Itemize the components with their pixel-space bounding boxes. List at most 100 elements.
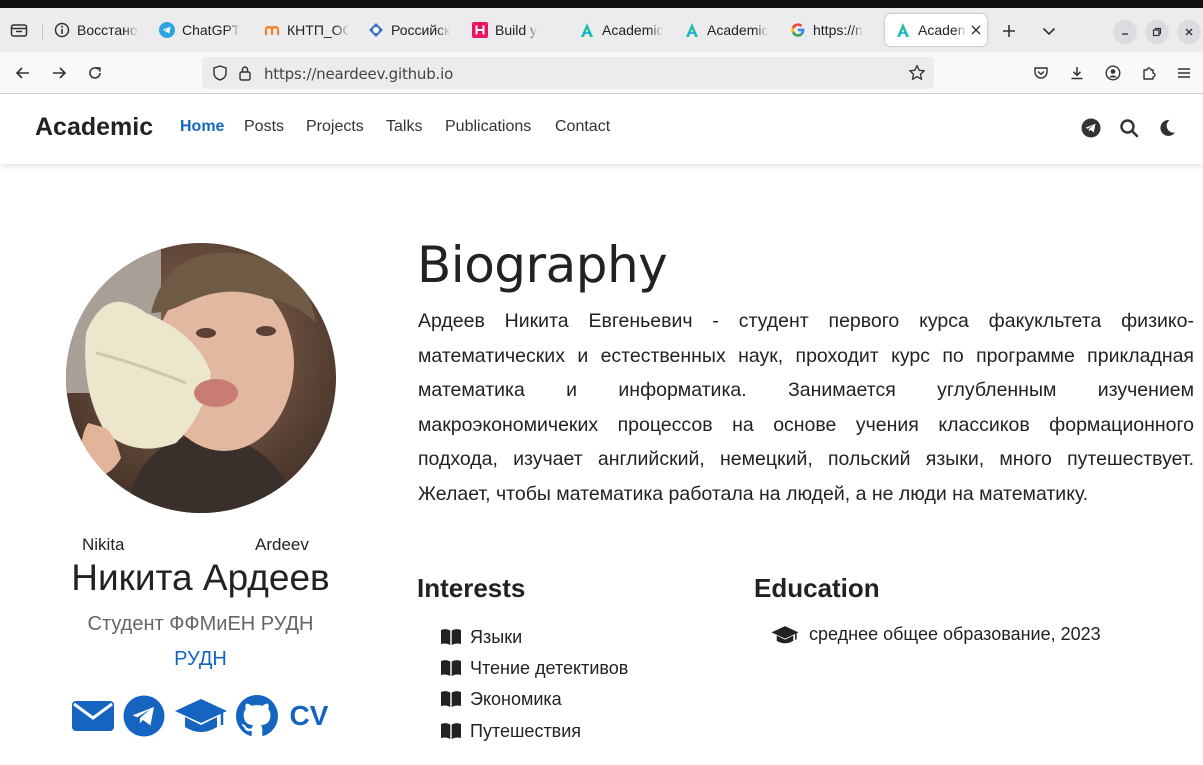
avatar-caption-first: Nikita bbox=[82, 535, 125, 554]
tab-google[interactable]: https://n bbox=[780, 14, 875, 46]
close-window-button[interactable] bbox=[1177, 20, 1201, 44]
bookmark-star-icon[interactable] bbox=[908, 64, 926, 82]
cv-link[interactable]: CV bbox=[286, 695, 332, 737]
minimize-icon bbox=[1122, 33, 1128, 35]
tab-academic-2[interactable]: Academic bbox=[674, 14, 778, 46]
tab-academic-active[interactable]: Academic bbox=[885, 14, 987, 46]
interest-label: Языки bbox=[470, 626, 523, 647]
url-text[interactable]: https://neardeev.github.io bbox=[264, 65, 453, 83]
restore-button[interactable] bbox=[1145, 20, 1169, 44]
tab-title: ChatGPT bbox=[182, 22, 241, 38]
biography-text: Ардеев Никита Евгеньевич - студент перво… bbox=[418, 310, 1194, 505]
cv-icon: CV bbox=[289, 700, 329, 731]
interest-item: Чтение детективов bbox=[440, 656, 628, 680]
tab-build[interactable]: Build y bbox=[462, 14, 562, 46]
back-button[interactable] bbox=[11, 61, 35, 85]
profile-role: Студент ФФМиЕН РУДН bbox=[87, 613, 314, 635]
extensions-button[interactable] bbox=[1137, 61, 1161, 85]
email-link[interactable] bbox=[70, 695, 116, 737]
nav-posts[interactable]: Posts bbox=[244, 118, 284, 136]
reload-button[interactable] bbox=[83, 61, 107, 85]
tab-title: КНТП_ОС bbox=[287, 22, 349, 38]
scholar-link[interactable] bbox=[174, 695, 228, 737]
moon-icon[interactable] bbox=[1156, 117, 1178, 139]
list-all-tabs-button[interactable] bbox=[1038, 20, 1060, 42]
biography-title: Biography bbox=[417, 236, 668, 294]
telegram-icon bbox=[123, 695, 165, 737]
forward-button[interactable] bbox=[47, 61, 71, 85]
avatar bbox=[66, 243, 336, 513]
interest-item: Экономика bbox=[440, 687, 562, 711]
tab-title: Academic bbox=[918, 22, 966, 38]
telegram-icon[interactable] bbox=[1080, 117, 1102, 139]
academic-icon bbox=[684, 22, 700, 38]
puzzle-icon bbox=[1143, 67, 1156, 80]
browser-navigation-bar: https://neardeev.github.io bbox=[0, 52, 1203, 94]
github-link[interactable] bbox=[236, 695, 278, 737]
tab-list-button[interactable] bbox=[0, 8, 38, 52]
profile-name: Никита Ардеев bbox=[71, 557, 330, 598]
nav-contact[interactable]: Contact bbox=[555, 118, 610, 136]
nav-publications[interactable]: Publications bbox=[445, 118, 531, 136]
graduation-cap-icon bbox=[771, 625, 799, 645]
tab-list-icon bbox=[10, 24, 28, 37]
tab-restore[interactable]: Восстано bbox=[44, 14, 139, 46]
moodle-icon bbox=[264, 22, 280, 38]
tab-title: Build y bbox=[495, 22, 538, 38]
tab-title: https://n bbox=[813, 22, 863, 38]
tab-kntp[interactable]: КНТП_ОС bbox=[254, 14, 349, 46]
site-header: Academic Home Posts Projects Talks Publi… bbox=[0, 94, 1203, 164]
book-icon bbox=[440, 628, 462, 646]
tab-academic-1[interactable]: Academic bbox=[569, 14, 673, 46]
academic-icon bbox=[895, 22, 911, 38]
academic-icon bbox=[579, 22, 595, 38]
chevron-down-icon bbox=[1042, 27, 1056, 36]
site-brand[interactable]: Academic bbox=[35, 113, 153, 142]
shield-icon[interactable] bbox=[213, 65, 227, 81]
minimize-button[interactable] bbox=[1113, 20, 1137, 44]
tab-chatgpt[interactable]: ChatGPT bbox=[149, 14, 244, 46]
book-icon bbox=[440, 722, 462, 740]
graduation-cap-icon bbox=[175, 699, 227, 732]
interest-label: Экономика bbox=[470, 688, 562, 709]
university-icon bbox=[368, 22, 384, 38]
hamburger-icon bbox=[1178, 68, 1190, 78]
tab-title: Academic bbox=[602, 22, 664, 38]
reload-icon bbox=[89, 67, 101, 79]
back-arrow-icon bbox=[15, 67, 29, 79]
tab-title: Academic bbox=[707, 22, 769, 38]
new-tab-button[interactable] bbox=[998, 20, 1020, 42]
close-tab-icon[interactable] bbox=[970, 24, 982, 36]
telegram-link[interactable] bbox=[123, 695, 165, 737]
account-button[interactable] bbox=[1101, 61, 1125, 85]
menu-button[interactable] bbox=[1172, 61, 1196, 85]
education-title: Education bbox=[754, 573, 880, 603]
interest-item: Путешествия bbox=[440, 719, 581, 743]
restore-icon bbox=[1152, 27, 1162, 37]
plus-icon bbox=[1003, 25, 1015, 37]
profile-organization[interactable]: РУДН bbox=[0, 648, 401, 671]
education-label: среднее общее образование, 2023 bbox=[809, 624, 1101, 644]
lock-icon[interactable] bbox=[238, 65, 252, 81]
address-bar[interactable]: https://neardeev.github.io bbox=[202, 57, 934, 89]
interest-label: Чтение детективов bbox=[470, 657, 629, 678]
nav-talks[interactable]: Talks bbox=[386, 118, 422, 136]
nav-home[interactable]: Home bbox=[180, 118, 224, 136]
interest-label: Путешествия bbox=[470, 720, 582, 741]
pocket-button[interactable] bbox=[1029, 61, 1053, 85]
google-icon bbox=[790, 22, 806, 38]
tab-bar: Восстано ChatGPT КНТП_ОС Российск Build … bbox=[0, 8, 1203, 52]
downloads-button[interactable] bbox=[1065, 61, 1089, 85]
book-icon bbox=[440, 690, 462, 708]
github-icon bbox=[236, 695, 278, 736]
nav-projects[interactable]: Projects bbox=[306, 118, 364, 136]
tab-russian-university[interactable]: Российск bbox=[358, 14, 453, 46]
hexlet-icon bbox=[472, 22, 488, 38]
interest-item: Языки bbox=[440, 625, 522, 649]
email-icon bbox=[72, 701, 114, 731]
account-icon bbox=[1105, 65, 1121, 81]
search-icon[interactable] bbox=[1118, 117, 1140, 139]
tab-separator bbox=[42, 24, 43, 40]
tab-title: Российск bbox=[391, 22, 451, 38]
education-item: среднее общее образование, 2023 bbox=[771, 624, 1101, 645]
